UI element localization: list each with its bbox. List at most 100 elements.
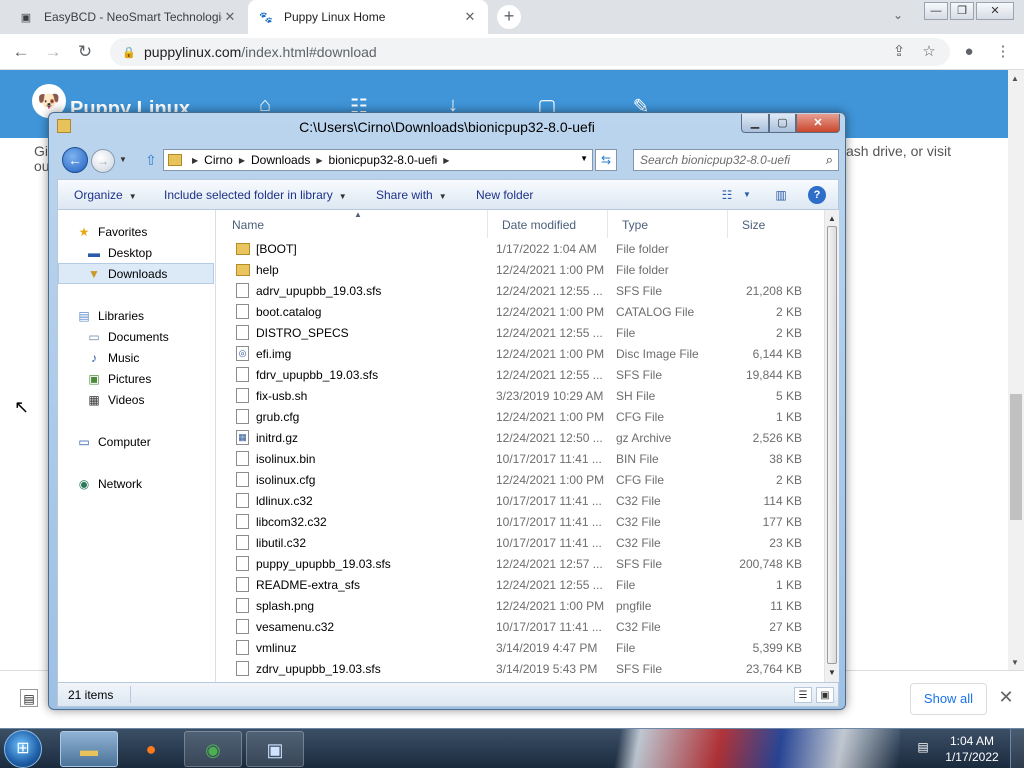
address-dropdown-icon[interactable]: ▼ bbox=[580, 154, 588, 163]
file-row[interactable]: ◎ efi.img 12/24/2021 1:00 PM Disc Image Fil… bbox=[226, 343, 816, 364]
forward-arrow-icon[interactable]: → bbox=[91, 149, 115, 173]
tab-puppy-linux[interactable]: 🐾 Puppy Linux Home ✕ bbox=[248, 0, 488, 34]
refresh-icon[interactable]: ⇆ bbox=[595, 149, 617, 171]
chevron-down-icon[interactable]: ▼ bbox=[738, 186, 756, 204]
organize-button[interactable]: Organize ▼ bbox=[74, 188, 137, 202]
search-input[interactable]: Search bionicpup32-8.0-uefi ⌕ bbox=[633, 149, 839, 171]
nav-computer[interactable]: ▭ Computer bbox=[76, 431, 150, 452]
column-header-date[interactable]: Date modified bbox=[488, 210, 608, 238]
show-all-button[interactable]: Show all bbox=[910, 683, 987, 715]
share-with-button[interactable]: Share with ▼ bbox=[376, 188, 447, 202]
share-icon[interactable]: ⇪ bbox=[888, 41, 910, 63]
restore-browser-button[interactable]: ❐ bbox=[950, 2, 974, 20]
maximize-button[interactable]: ▢ bbox=[769, 114, 796, 133]
close-tab-icon[interactable]: ✕ bbox=[222, 9, 238, 25]
easybcd-taskbar-icon[interactable]: ▣ bbox=[246, 731, 304, 767]
chevron-right-icon[interactable]: ▶ bbox=[443, 156, 449, 165]
file-row[interactable]: fix-usb.sh 3/23/2019 10:29 AM SH File 5 KB bbox=[226, 385, 816, 406]
breadcrumb-current[interactable]: bionicpup32-8.0-uefi bbox=[329, 153, 438, 167]
taskbar-clock[interactable]: 1:04 AM 1/17/2022 bbox=[940, 733, 1004, 765]
search-icon[interactable]: ⌕ bbox=[826, 152, 833, 168]
tab-easybcd[interactable]: ▣ EasyBCD - NeoSmart Technologie ✕ bbox=[8, 0, 248, 34]
file-row[interactable]: help 12/24/2021 1:00 PM File folder bbox=[226, 259, 816, 280]
scrollbar-thumb[interactable] bbox=[1010, 394, 1022, 520]
large-icons-view-icon[interactable]: ▣ bbox=[816, 687, 834, 703]
minimize-browser-button[interactable]: — bbox=[924, 2, 948, 20]
profile-icon[interactable]: ● bbox=[958, 41, 980, 63]
chevron-right-icon[interactable]: ▶ bbox=[239, 156, 245, 165]
show-desktop-button[interactable] bbox=[1010, 729, 1024, 768]
new-folder-button[interactable]: New folder bbox=[476, 188, 533, 202]
page-scrollbar[interactable]: ▲ ▼ bbox=[1008, 70, 1024, 670]
file-row[interactable]: README-extra_sfs 12/24/2021 12:55 ... File… bbox=[226, 574, 816, 595]
up-folder-icon[interactable]: ⇧ bbox=[143, 152, 159, 168]
details-view-icon[interactable]: ☰ bbox=[794, 687, 812, 703]
scroll-up-arrow-icon[interactable]: ▲ bbox=[1011, 74, 1019, 83]
file-row[interactable]: isolinux.cfg 12/24/2021 1:00 PM CFG File 2 … bbox=[226, 469, 816, 490]
file-row[interactable]: grub.cfg 12/24/2021 1:00 PM CFG File 1 KB bbox=[226, 406, 816, 427]
file-row[interactable]: splash.png 12/24/2021 1:00 PM pngfile 11 KB bbox=[226, 595, 816, 616]
view-options-icon[interactable]: ☷ bbox=[718, 186, 736, 204]
scroll-down-arrow-icon[interactable]: ▼ bbox=[1011, 658, 1019, 667]
scroll-up-arrow-icon[interactable]: ▲ bbox=[828, 214, 836, 223]
chevron-right-icon[interactable]: ▶ bbox=[192, 156, 198, 165]
file-row[interactable]: puppy_upupbb_19.03.sfs 12/24/2021 12:57 .… bbox=[226, 553, 816, 574]
file-row[interactable]: ▦ initrd.gz 12/24/2021 12:50 ... gz Archive… bbox=[226, 427, 816, 448]
breadcrumb-downloads[interactable]: Downloads bbox=[251, 153, 310, 167]
file-row[interactable]: zdrv_upupbb_19.03.sfs 3/14/2019 5:43 PM SF… bbox=[226, 658, 816, 679]
start-button[interactable]: ⊞ bbox=[4, 730, 42, 768]
bookmark-star-icon[interactable]: ☆ bbox=[918, 41, 940, 63]
file-row[interactable]: boot.catalog 12/24/2021 1:00 PM CATALOG Fi… bbox=[226, 301, 816, 322]
nav-downloads[interactable]: ▼ Downloads bbox=[58, 263, 214, 284]
tab-search-icon[interactable]: ⌄ bbox=[888, 8, 908, 26]
file-row[interactable]: fdrv_upupbb_19.03.sfs 12/24/2021 12:55 ..… bbox=[226, 364, 816, 385]
chrome-taskbar-icon[interactable]: ◉ bbox=[184, 731, 242, 767]
scrollbar-thumb[interactable] bbox=[827, 226, 837, 664]
nav-pictures[interactable]: ▣ Pictures bbox=[86, 368, 151, 389]
back-arrow-icon[interactable]: ← bbox=[10, 41, 32, 63]
chevron-right-icon[interactable]: ▶ bbox=[316, 156, 322, 165]
help-icon[interactable]: ? bbox=[808, 186, 826, 204]
explorer-address-bar[interactable]: ▶ Cirno ▶ Downloads ▶ bionicpup32-8.0-ue… bbox=[163, 149, 593, 171]
preview-pane-icon[interactable]: ▥ bbox=[772, 186, 790, 204]
nav-videos[interactable]: ▦ Videos bbox=[86, 389, 144, 410]
column-header-type[interactable]: Type bbox=[608, 210, 728, 238]
nav-network[interactable]: ◉ Network bbox=[76, 473, 142, 494]
forward-arrow-icon[interactable]: → bbox=[42, 41, 64, 63]
explorer-taskbar-icon[interactable]: ▬ bbox=[60, 731, 118, 767]
minimize-button[interactable]: ▁ bbox=[741, 114, 769, 133]
file-row[interactable]: adrv_upupbb_19.03.sfs 12/24/2021 12:55 ..… bbox=[226, 280, 816, 301]
recent-pages-dropdown-icon[interactable]: ▼ bbox=[119, 155, 127, 164]
file-row[interactable]: ldlinux.c32 10/17/2017 11:41 ... C32 File 1… bbox=[226, 490, 816, 511]
nav-documents[interactable]: ▭ Documents bbox=[86, 326, 168, 347]
close-button[interactable]: ✕ bbox=[796, 114, 840, 133]
reload-icon[interactable]: ↻ bbox=[74, 41, 96, 63]
menu-kebab-icon[interactable]: ⋮ bbox=[992, 41, 1014, 63]
file-row[interactable]: DISTRO_SPECS 12/24/2021 12:55 ... File 2 KB bbox=[226, 322, 816, 343]
breadcrumb-cirno[interactable]: Cirno bbox=[204, 153, 233, 167]
file-row[interactable]: [BOOT] 1/17/2022 1:04 AM File folder bbox=[226, 238, 816, 259]
new-tab-button[interactable]: + bbox=[497, 5, 521, 29]
nav-desktop[interactable]: ▬ Desktop bbox=[86, 242, 152, 263]
explorer-titlebar[interactable]: C:\Users\Cirno\Downloads\bionicpup32-8.0… bbox=[49, 113, 845, 141]
nav-favorites[interactable]: ★ Favorites bbox=[76, 221, 148, 242]
include-in-library-button[interactable]: Include selected folder in library ▼ bbox=[164, 188, 347, 202]
iso-file-icon[interactable]: ▤ bbox=[20, 689, 38, 707]
close-browser-button[interactable]: ✕ bbox=[976, 2, 1014, 20]
scroll-down-arrow-icon[interactable]: ▼ bbox=[828, 668, 836, 677]
file-row[interactable]: libcom32.c32 10/17/2017 11:41 ... C32 File… bbox=[226, 511, 816, 532]
file-row[interactable]: vesamenu.c32 10/17/2017 11:41 ... C32 File… bbox=[226, 616, 816, 637]
column-header-name[interactable]: Name bbox=[218, 210, 488, 238]
nav-music[interactable]: ♪ Music bbox=[86, 347, 139, 368]
file-row[interactable]: isolinux.bin 10/17/2017 11:41 ... BIN File… bbox=[226, 448, 816, 469]
network-tray-icon[interactable]: ▤ bbox=[914, 740, 932, 758]
file-row[interactable]: libutil.c32 10/17/2017 11:41 ... C32 File 2… bbox=[226, 532, 816, 553]
address-bar[interactable]: 🔒 puppylinux.com /index.html#download bbox=[110, 38, 950, 66]
nav-libraries[interactable]: ▤ Libraries bbox=[76, 305, 144, 326]
file-list-scrollbar[interactable]: ▲ ▼ bbox=[824, 210, 839, 682]
firefox-taskbar-icon[interactable]: ● bbox=[122, 731, 180, 767]
back-arrow-icon[interactable]: ← bbox=[62, 147, 88, 173]
close-tab-icon[interactable]: ✕ bbox=[462, 9, 478, 25]
close-downloads-bar-icon[interactable]: ✕ bbox=[996, 687, 1016, 707]
file-row[interactable]: vmlinuz 3/14/2019 4:47 PM File 5,399 KB bbox=[226, 637, 816, 658]
